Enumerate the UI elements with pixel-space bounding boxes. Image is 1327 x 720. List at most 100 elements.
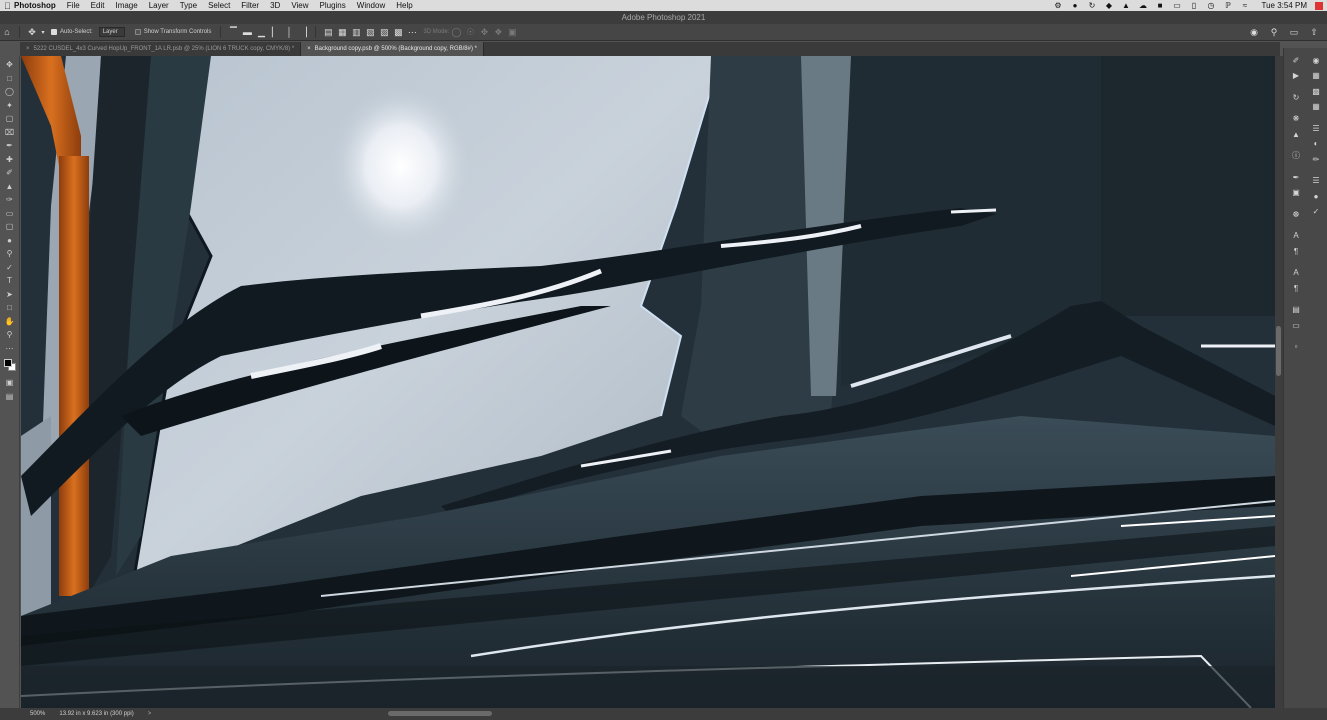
move-tool-icon[interactable]: ✥ — [2, 58, 18, 72]
lasso-tool-icon[interactable]: ◯ — [2, 85, 18, 99]
workspace-icon[interactable]: ▭ — [1287, 25, 1301, 39]
align-right-icon[interactable]: ▕ — [296, 25, 310, 39]
paths-icon[interactable]: ✓ — [1309, 206, 1323, 218]
menu-filter[interactable]: Filter — [241, 1, 259, 10]
rectangle-tool-icon[interactable]: □ — [2, 301, 18, 315]
character-icon[interactable]: A — [1289, 230, 1303, 242]
history-brush-tool-icon[interactable]: ✑ — [2, 193, 18, 207]
blur-tool-icon[interactable]: ● — [2, 234, 18, 248]
swatches-icon[interactable]: ▩ — [1309, 85, 1323, 97]
menu-image[interactable]: Image — [115, 1, 137, 10]
tool-presets-icon[interactable]: ✒ — [1289, 171, 1303, 183]
screen-mode-icon[interactable]: ▤ — [2, 390, 18, 404]
adjustments-presets-icon[interactable]: ❋ — [1289, 113, 1303, 125]
document-tab[interactable]: × 5222 CUSDEL_4x3 Curved HopUp_FRONT_1A … — [20, 42, 302, 56]
channels-icon[interactable]: ● — [1309, 190, 1323, 202]
menu-edit[interactable]: Edit — [91, 1, 105, 10]
history-icon[interactable]: ↻ — [1289, 91, 1303, 103]
pen-tool-icon[interactable]: ✓ — [2, 261, 18, 275]
libraries-icon[interactable]: ▤ — [1289, 304, 1303, 316]
actions-icon[interactable]: ▶ — [1289, 70, 1303, 82]
object-selection-tool-icon[interactable]: ✦ — [2, 99, 18, 113]
distribute-top-icon[interactable]: ▤ — [321, 25, 335, 39]
wifi-icon[interactable]: ≈ — [1240, 1, 1249, 10]
menu-help[interactable]: Help — [396, 1, 412, 10]
marquee-tool-icon[interactable]: □ — [2, 72, 18, 86]
paragraph-styles-icon[interactable]: ¶ — [1289, 282, 1303, 294]
document-canvas[interactable] — [21, 56, 1275, 708]
menu-view[interactable]: View — [291, 1, 308, 10]
path-selection-tool-icon[interactable]: ➤ — [2, 288, 18, 302]
zoom-level[interactable]: 500% — [30, 711, 45, 717]
properties-icon[interactable]: ☰ — [1309, 122, 1323, 134]
apple-icon[interactable]:  — [4, 1, 14, 11]
close-icon[interactable]: × — [307, 46, 311, 52]
pages-icon[interactable]: ▯ — [1189, 1, 1198, 10]
more-options-icon[interactable]: ⋯ — [405, 25, 419, 39]
scrollbar-thumb[interactable] — [1276, 326, 1281, 376]
3d-pan-icon[interactable]: ✥ — [477, 25, 491, 39]
creative-cloud-icon[interactable]: ● — [1070, 1, 1079, 10]
close-icon[interactable]: × — [26, 46, 30, 52]
menu-window[interactable]: Window — [357, 1, 385, 10]
menu-layer[interactable]: Layer — [149, 1, 169, 10]
chevron-down-icon[interactable]: ▾ — [39, 25, 47, 39]
3d-roll-icon[interactable]: ☉ — [463, 25, 477, 39]
align-bottom-icon[interactable]: ▁ — [254, 25, 268, 39]
align-horizontal-center-icon[interactable]: │ — [282, 25, 296, 39]
menu-select[interactable]: Select — [208, 1, 230, 10]
paragraph-icon[interactable]: ¶ — [1289, 245, 1303, 257]
eyedropper-tool-icon[interactable]: ✒ — [2, 139, 18, 153]
align-top-icon[interactable]: ▔ — [226, 25, 240, 39]
home-icon[interactable]: ⌂ — [0, 25, 14, 39]
dodge-tool-icon[interactable]: ⚲ — [2, 247, 18, 261]
bluetooth-icon[interactable]: ℙ — [1223, 1, 1232, 10]
evernote-icon[interactable]: ▲ — [1121, 1, 1130, 10]
search-icon[interactable]: ⚲ — [1267, 25, 1281, 39]
brushes-icon[interactable]: ▲ — [1289, 128, 1303, 140]
share-document-icon[interactable]: ⇧ — [1307, 25, 1321, 39]
edit-toolbar-icon[interactable]: ⋯ — [2, 342, 18, 356]
distribute-horizontal-icon[interactable]: ▨ — [377, 25, 391, 39]
clone-stamp-tool-icon[interactable]: ▲ — [2, 180, 18, 194]
notification-flag-icon[interactable] — [1315, 1, 1323, 10]
cloud-icon[interactable]: ☁ — [1138, 1, 1147, 10]
distribute-bottom-icon[interactable]: ▥ — [349, 25, 363, 39]
align-left-icon[interactable]: ▏ — [268, 25, 282, 39]
distribute-center-icon[interactable]: ▦ — [335, 25, 349, 39]
eraser-tool-icon[interactable]: ▭ — [2, 207, 18, 221]
glyphs-icon[interactable]: ☸ — [1289, 208, 1303, 220]
frame-tool-icon[interactable]: ⌧ — [2, 126, 18, 140]
hand-tool-icon[interactable]: ✋ — [2, 315, 18, 329]
gradient-tool-icon[interactable]: ▢ — [2, 220, 18, 234]
color-icon[interactable]: ▦ — [1309, 70, 1323, 82]
3d-slide-icon[interactable]: ❖ — [491, 25, 505, 39]
quick-mask-icon[interactable]: ▣ — [2, 376, 18, 390]
character-styles-icon[interactable]: A — [1289, 267, 1303, 279]
menu-type[interactable]: Type — [180, 1, 197, 10]
status-menu-arrow[interactable]: > — [148, 711, 152, 717]
show-transform-checkbox[interactable]: Show Transform Controls — [134, 29, 211, 35]
share-icon[interactable]: ◉ — [1247, 25, 1261, 39]
auto-select-dropdown[interactable]: Layer — [98, 27, 125, 37]
learn-icon[interactable]: ✏ — [1309, 153, 1323, 165]
navigator-icon[interactable]: ◉ — [1309, 54, 1323, 66]
menu-3d[interactable]: 3D — [270, 1, 280, 10]
type-tool-icon[interactable]: T — [2, 274, 18, 288]
3d-icon[interactable]: ▫ — [1289, 341, 1303, 353]
brush-settings-icon[interactable]: ✐ — [1289, 54, 1303, 66]
dropbox-icon[interactable]: ◆ — [1104, 1, 1113, 10]
distribute-left-icon[interactable]: ▧ — [363, 25, 377, 39]
zoom-tool-icon[interactable]: ⚲ — [2, 328, 18, 342]
brush-tool-icon[interactable]: ✐ — [2, 166, 18, 180]
adjustments-icon[interactable]: ◐ — [1309, 138, 1323, 150]
menu-clock[interactable]: Tue 3:54 PM — [1261, 1, 1307, 10]
3d-orbit-icon[interactable]: ◯ — [449, 25, 463, 39]
healing-brush-tool-icon[interactable]: ✚ — [2, 153, 18, 167]
auto-select-checkbox[interactable]: Auto-Select: — [51, 29, 93, 35]
patterns-icon[interactable]: ▦ — [1309, 101, 1323, 113]
menu-file[interactable]: File — [67, 1, 80, 10]
clone-source-icon[interactable]: ▣ — [1289, 187, 1303, 199]
move-tool-preset-icon[interactable]: ✥ — [25, 25, 39, 39]
menu-plugins[interactable]: Plugins — [320, 1, 346, 10]
